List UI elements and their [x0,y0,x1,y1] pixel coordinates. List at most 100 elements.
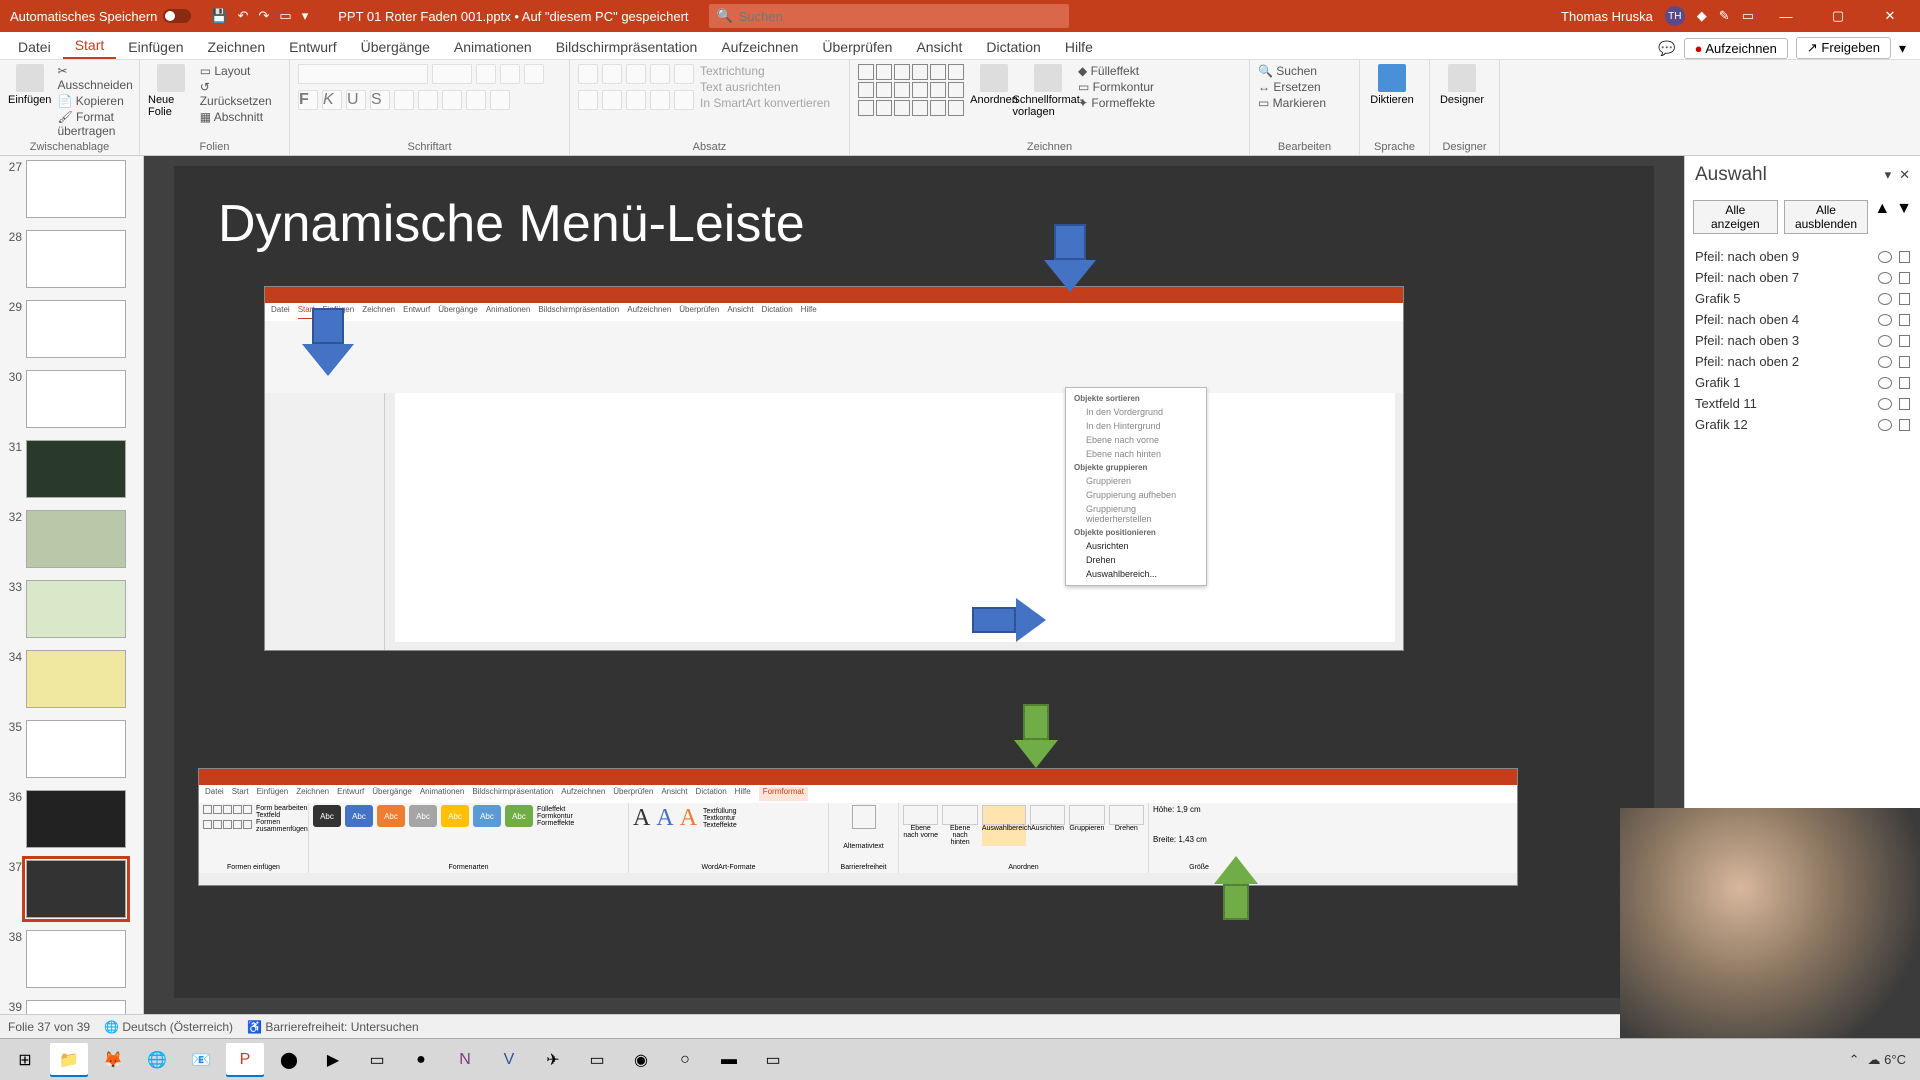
paste-button[interactable]: Einfügen [8,64,51,106]
align-center-icon[interactable] [602,90,622,110]
shape-outline-button[interactable]: ▭ Formkontur [1078,80,1155,94]
app-icon-8[interactable]: ▭ [358,1043,396,1077]
blue-arrow-down-1[interactable] [1044,224,1096,296]
save-icon[interactable]: 💾 [211,8,227,24]
app-icon-16[interactable]: ▬ [710,1043,748,1077]
selection-item[interactable]: Grafik 12 [1693,414,1912,435]
thumbnail-29[interactable]: 29 [4,300,139,358]
user-avatar[interactable]: TH [1665,6,1685,26]
decrease-font-icon[interactable] [500,64,520,84]
hide-all-button[interactable]: Alle ausblenden [1784,200,1869,234]
arrange-button[interactable]: Anordnen [970,64,1018,106]
app-icon-13[interactable]: ▭ [578,1043,616,1077]
tab-uebergaenge[interactable]: Übergänge [349,35,442,59]
highlight-icon[interactable] [466,90,486,110]
new-slide-button[interactable]: Neue Folie [148,64,194,118]
justify-icon[interactable] [650,90,670,110]
layout-button[interactable]: ▭ Layout [200,64,281,78]
thumbnail-33[interactable]: 33 [4,580,139,638]
replace-button[interactable]: ↔ Ersetzen [1258,80,1326,94]
blue-arrow-down-2[interactable] [302,308,354,380]
indent-dec-icon[interactable] [626,64,646,84]
feedback-icon[interactable]: ✎ [1719,8,1730,24]
thumbnail-36[interactable]: 36 [4,790,139,848]
search-input[interactable] [739,9,1061,24]
thumbnail-37[interactable]: 37 [4,860,139,918]
tab-aufzeichnen[interactable]: Aufzeichnen [709,35,810,59]
close-button[interactable]: ✕ [1870,0,1910,32]
numbering-icon[interactable] [602,64,622,84]
lock-icon[interactable] [1899,419,1910,431]
start-button[interactable]: ⊞ [6,1043,44,1077]
app-icon-6[interactable]: ⬤ [270,1043,308,1077]
selection-item[interactable]: Pfeil: nach oben 3 [1693,330,1912,351]
autosave-toggle[interactable]: Automatisches Speichern [0,9,201,24]
cut-button[interactable]: ✂ Ausschneiden [57,64,132,92]
thumbnail-34[interactable]: 34 [4,650,139,708]
bullets-icon[interactable] [578,64,598,84]
explorer-icon[interactable]: 📁 [50,1043,88,1077]
onenote-icon[interactable]: N [446,1043,484,1077]
thumbnail-28[interactable]: 28 [4,230,139,288]
lock-icon[interactable] [1899,293,1910,305]
selection-item[interactable]: Pfeil: nach oben 9 [1693,246,1912,267]
firefox-icon[interactable]: 🦊 [94,1043,132,1077]
redo-icon[interactable]: ↷ [259,8,270,24]
find-button[interactable]: 🔍 Suchen [1258,64,1326,78]
copy-button[interactable]: 📄 Kopieren [57,94,132,108]
tab-zeichnen[interactable]: Zeichnen [196,35,278,59]
thumbnail-39[interactable]: 39 [4,1000,139,1014]
thumbnail-32[interactable]: 32 [4,510,139,568]
tab-bildschirm[interactable]: Bildschirmpräsentation [544,35,710,59]
lock-icon[interactable] [1899,356,1910,368]
outlook-icon[interactable]: 📧 [182,1043,220,1077]
format-painter-button[interactable]: 🖌 Format übertragen [57,110,132,138]
shadow-icon[interactable] [394,90,414,110]
lock-icon[interactable] [1899,377,1910,389]
increase-font-icon[interactable] [476,64,496,84]
blue-arrow-right[interactable] [972,598,1050,642]
file-name[interactable]: PPT 01 Roter Faden 001.pptx • Auf "diese… [318,9,708,24]
slide-thumbnails[interactable]: 27282930313233343536373839 [0,156,144,1014]
slideshow-icon[interactable]: ▭ [279,8,291,24]
vlc-icon[interactable]: ▶ [314,1043,352,1077]
shape-fill-button[interactable]: ◆ Fülleffekt [1078,64,1155,78]
dictate-button[interactable]: Diktieren [1368,64,1416,106]
lock-icon[interactable] [1899,314,1910,326]
selection-item[interactable]: Grafik 5 [1693,288,1912,309]
move-up-icon[interactable]: ▲ [1874,200,1890,234]
thumbnail-27[interactable]: 27 [4,160,139,218]
smartart-button[interactable]: In SmartArt konvertieren [700,96,830,110]
record-button[interactable]: ● Aufzeichnen [1684,38,1788,59]
font-size-input[interactable] [432,64,472,84]
lock-icon[interactable] [1899,251,1910,263]
tray-chevron-icon[interactable]: ⌃ [1849,1052,1860,1068]
pane-close-icon[interactable]: ✕ [1899,167,1910,183]
more-icon[interactable]: ▾ [302,8,309,24]
section-button[interactable]: ▦ Abschnitt [200,110,281,124]
tab-ueberpruefen[interactable]: Überprüfen [810,35,904,59]
selection-item[interactable]: Pfeil: nach oben 4 [1693,309,1912,330]
app-icon-9[interactable]: ● [402,1043,440,1077]
font-family-input[interactable] [298,64,428,84]
thumbnail-35[interactable]: 35 [4,720,139,778]
quick-styles-button[interactable]: Schnellformat-vorlagen [1024,64,1072,118]
selection-item[interactable]: Pfeil: nach oben 2 [1693,351,1912,372]
undo-icon[interactable]: ↶ [238,8,249,24]
green-arrow-down[interactable] [1014,704,1058,772]
selection-item[interactable]: Grafik 1 [1693,372,1912,393]
font-color-icon[interactable] [490,90,510,110]
show-all-button[interactable]: Alle anzeigen [1693,200,1778,234]
shape-effects-button[interactable]: ✦ Formeffekte [1078,96,1155,110]
tab-start[interactable]: Start [63,33,117,59]
pane-dropdown-icon[interactable]: ▾ [1885,167,1892,183]
obs-icon[interactable]: ◉ [622,1043,660,1077]
tab-hilfe[interactable]: Hilfe [1053,35,1105,59]
align-right-icon[interactable] [626,90,646,110]
ribbon-collapse-icon[interactable]: ▾ [1899,40,1906,57]
indent-inc-icon[interactable] [650,64,670,84]
reset-button[interactable]: ↺ Zurücksetzen [200,80,281,108]
tab-einfuegen[interactable]: Einfügen [116,35,195,59]
visibility-icon[interactable] [1878,335,1892,347]
share-button[interactable]: ↗ Freigeben [1796,37,1891,59]
